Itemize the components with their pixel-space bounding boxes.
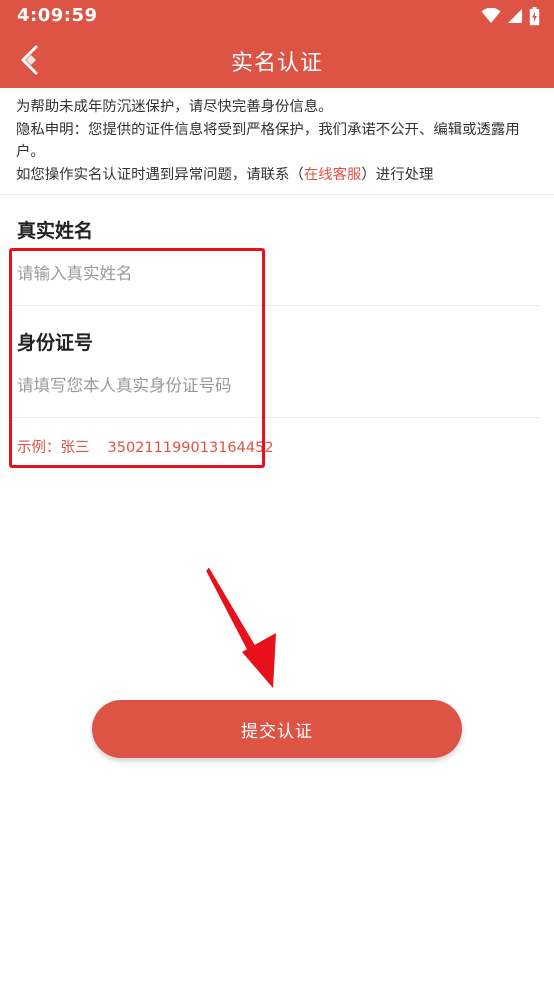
real-name-label: 真实姓名 [17, 220, 94, 242]
online-service-link[interactable]: 在线客服 [304, 167, 362, 183]
app-bar: 实名认证 [0, 32, 554, 88]
status-bar: 4:09:59 [0, 0, 554, 32]
notice-line-1: 为帮助未成年防沉迷保护，请尽快完善身份信息。 [16, 99, 333, 115]
privacy-notice: 为帮助未成年防沉迷保护，请尽快完善身份信息。 隐私申明：您提供的证件信息将受到严… [16, 96, 540, 186]
submit-verification-button[interactable]: 提交认证 [92, 700, 462, 758]
notice-line-3-suffix: ）进行处理 [361, 166, 434, 183]
battery-charging-icon [529, 6, 540, 25]
page-title: 实名认证 [230, 51, 323, 76]
status-icons [481, 6, 540, 26]
notice-line-2: 隐私申明：您提供的证件信息将受到严格保护，我们承诺不公开、编辑或透露用户。 [16, 121, 520, 161]
annotation-highlight-box [9, 248, 265, 468]
wifi-icon [481, 8, 501, 23]
annotation-arrow-icon [206, 567, 276, 688]
notice-line-3: 如您操作实名认证时遇到异常问题，请联系（在线客服）进行处理 [16, 164, 540, 187]
status-time: 4:09:59 [17, 5, 98, 26]
signal-icon [508, 9, 522, 23]
notice-line-3-prefix: 如您操作实名认证时遇到异常问题，请联系（ [16, 166, 304, 183]
section-divider [0, 194, 554, 195]
